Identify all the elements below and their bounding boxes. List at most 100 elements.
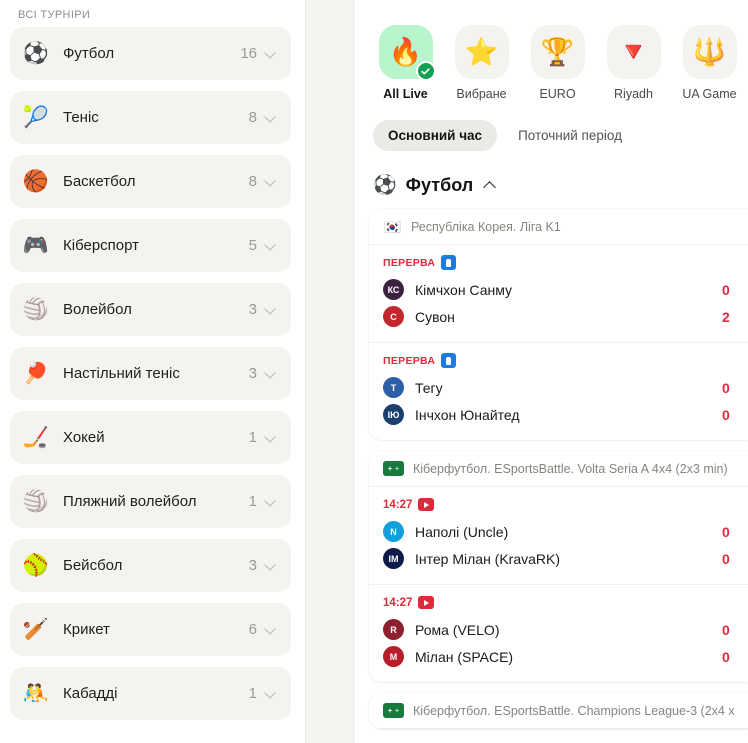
chevron-down-icon[interactable] (266, 48, 277, 59)
stream-badge-icon[interactable] (441, 353, 457, 368)
euro-cup-icon: 🏆 (530, 25, 585, 79)
chevron-up-icon[interactable] (484, 179, 497, 192)
chevron-down-icon[interactable] (266, 432, 277, 443)
league-name: Кіберфутбол. ESportsBattle. Champions Le… (413, 703, 734, 718)
beach-volleyball-icon: 🏐 (22, 490, 50, 513)
team-name: Кімчхон Санму (415, 281, 513, 298)
sidebar-title: ВСІ ТУРНІРИ (18, 9, 91, 21)
league-header[interactable]: Кіберфутбол. ESportsBattle. Volta Seria … (369, 451, 748, 487)
sidebar-item[interactable]: 🎮 Кіберспорт 5 (10, 219, 291, 272)
filter-chip-label: All Live (383, 87, 428, 101)
sport-group-header-football[interactable]: ⚽ Футбол (355, 151, 748, 209)
chevron-down-icon[interactable] (266, 688, 277, 699)
basketball-icon: 🏀 (22, 170, 50, 193)
cricket-icon: 🏏 (22, 618, 50, 641)
stream-badge-icon[interactable] (441, 255, 457, 270)
sidebar-item-count: 8 (248, 109, 257, 126)
team-score: 0 (722, 621, 730, 638)
flame-icon: 🔥 (378, 25, 436, 81)
sidebar-item-count: 16 (240, 45, 257, 62)
match-row[interactable]: ПЕРЕРВА Т Тегу 0 ІЮ Інчхон Юнайтед 0 (369, 342, 748, 440)
filter-chip[interactable]: ⭐ Вибране (451, 25, 512, 101)
sidebar-item[interactable]: 🏀 Баскетбол 8 (10, 155, 291, 208)
kabaddi-icon: 🤼 (22, 682, 50, 705)
sidebar-item-count: 1 (248, 493, 257, 510)
tab[interactable]: Поточний період (503, 120, 637, 151)
chevron-down-icon[interactable] (266, 496, 277, 507)
soccer-ball-icon: ⚽ (22, 42, 50, 65)
match-row[interactable]: 14:27 N Наполі (Uncle) 0 IM Інтер Мілан (Krav… (369, 487, 748, 584)
league-header[interactable]: 🇰🇷 Республіка Корея. Ліга K1 (369, 209, 748, 245)
match-status-label: 14:27 (383, 596, 413, 609)
filter-chip[interactable]: 🏆 EURO (527, 25, 588, 101)
team-logo-initials: M (389, 651, 398, 662)
sidebar-item-label: Волейбол (63, 301, 132, 318)
team-name: Наполі (Uncle) (415, 523, 509, 540)
chevron-down-icon[interactable] (266, 368, 277, 379)
team-name: Тегу (415, 379, 443, 396)
team-name: Сувон (415, 308, 455, 325)
sidebar-item[interactable]: 🤼 Кабадді 1 (10, 667, 291, 720)
sidebar-item[interactable]: 🏒 Хокей 1 (10, 411, 291, 464)
team-name: Інтер Мілан (KravaRK) (415, 550, 561, 567)
sidebar-item-label: Футбол (63, 45, 115, 62)
league-header[interactable]: Кіберфутбол. ESportsBattle. Champions Le… (369, 693, 748, 729)
match-status: ПЕРЕРВА (383, 255, 734, 270)
gamepad-icon: 🎮 (22, 234, 50, 257)
esports-badge-icon (383, 461, 404, 476)
filter-chip[interactable]: 🔻 Riyadh (603, 25, 664, 101)
video-play-badge-icon[interactable] (418, 596, 435, 609)
sidebar-item[interactable]: 🎾 Теніс 8 (10, 91, 291, 144)
sidebar-item[interactable]: 🏐 Пляжний волейбол 1 (10, 475, 291, 528)
star-icon: ⭐ (454, 25, 509, 79)
filter-chip-label: UA Game (682, 87, 737, 101)
tab[interactable]: Основний час (373, 120, 498, 151)
team-logo-initials: IM (388, 553, 399, 564)
chevron-down-icon[interactable] (266, 112, 277, 123)
sidebar-item[interactable]: 🏏 Крикет 6 (10, 603, 291, 656)
match-row[interactable]: ПЕРЕРВА КС Кімчхон Санму 0 С Сувон 2 (369, 245, 748, 342)
ping-pong-icon: 🏓 (22, 362, 50, 385)
sidebar: ВСІ ТУРНІРИ ⚽ Футбол 16 🎾 Теніс 8 🏀 Баскетбол 8 🎮… (0, 0, 305, 743)
match-row[interactable]: 14:27 R Рома (VELO) 0 M Мілан (SPACE) 0 (369, 584, 748, 682)
league-name: Республіка Корея. Ліга K1 (411, 219, 561, 234)
chevron-down-icon[interactable] (266, 176, 277, 187)
dota-icon: 🔻 (606, 25, 661, 79)
filter-chip[interactable]: 🔥 All Live (375, 25, 436, 101)
team-logo-initials: ІЮ (387, 409, 400, 420)
chevron-down-icon[interactable] (266, 560, 277, 571)
filter-chip-label: Riyadh (614, 87, 653, 101)
sidebar-item[interactable]: 🥎 Бейсбол 3 (10, 539, 291, 592)
filter-chip-label: Вибране (456, 87, 507, 101)
sport-category-list: ⚽ Футбол 16 🎾 Теніс 8 🏀 Баскетбол 8 🎮 Кіберспорт 5 🏐… (10, 27, 291, 720)
team-row: КС Кімчхон Санму 0 (383, 276, 734, 303)
star-icon-glyph: ⭐ (464, 36, 499, 67)
filter-chip[interactable]: 🔱 UA Game (679, 25, 740, 101)
team-score: 2 (722, 308, 730, 325)
sidebar-item-count: 1 (248, 429, 257, 446)
chevron-down-icon[interactable] (266, 624, 277, 635)
team-logo-icon: R (383, 619, 404, 640)
team-logo-initials: КС (387, 284, 400, 295)
league-block: Кіберфутбол. ESportsBattle. Champions Le… (369, 693, 748, 729)
chevron-down-icon[interactable] (266, 304, 277, 315)
team-score: 0 (722, 379, 730, 396)
team-logo-icon: Т (383, 377, 404, 398)
volleyball-icon: 🏐 (22, 298, 50, 321)
sidebar-item[interactable]: ⚽ Футбол 16 (10, 27, 291, 80)
chevron-down-icon[interactable] (266, 240, 277, 251)
sidebar-item-label: Хокей (63, 429, 105, 446)
sport-group-title: Футбол (405, 175, 474, 195)
sidebar-item-label: Теніс (63, 109, 99, 126)
match-status: 14:27 (383, 595, 734, 610)
sidebar-item-count: 6 (248, 621, 257, 638)
app-root: ВСІ ТУРНІРИ ⚽ Футбол 16 🎾 Теніс 8 🏀 Баскетбол 8 🎮… (0, 0, 748, 743)
sidebar-item[interactable]: 🏓 Настільний теніс 3 (10, 347, 291, 400)
team-logo-icon: С (383, 306, 404, 327)
sidebar-item-label: Баскетбол (63, 173, 136, 190)
hockey-puck-icon: 🏒 (22, 426, 50, 449)
video-play-badge-icon[interactable] (418, 498, 435, 511)
sidebar-item[interactable]: 🏐 Волейбол 3 (10, 283, 291, 336)
team-score: 0 (722, 281, 730, 298)
team-score: 0 (722, 648, 730, 665)
